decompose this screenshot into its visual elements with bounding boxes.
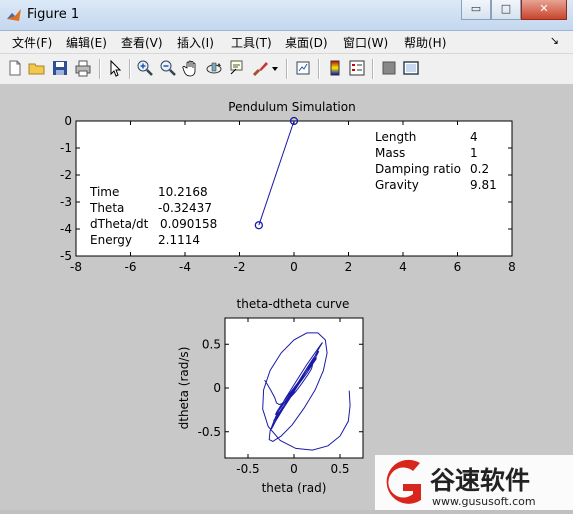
- link-plot-icon[interactable]: [294, 59, 312, 77]
- menu-insert[interactable]: 插入(I): [177, 34, 214, 51]
- y-tick-label: -3: [60, 195, 72, 209]
- zoom-in-icon[interactable]: [136, 59, 154, 77]
- window-title: Figure 1: [27, 7, 80, 22]
- x-tick-label: -4: [179, 260, 191, 274]
- pendulum-title: Pendulum Simulation: [228, 100, 355, 114]
- close-button[interactable]: ✕: [521, 0, 567, 20]
- x-tick-label: 0: [290, 462, 298, 476]
- colorbar-icon[interactable]: [326, 59, 344, 77]
- toolbar-separator: [318, 59, 320, 79]
- watermark-cn: 谷速软件: [430, 466, 530, 495]
- phase-title: theta-dtheta curve: [237, 297, 350, 311]
- x-tick-label: -2: [234, 260, 246, 274]
- x-tick-label: 6: [454, 260, 462, 274]
- param-label: Mass: [375, 146, 405, 160]
- x-tick-label: 2: [345, 260, 353, 274]
- menu-overflow-icon[interactable]: ↘: [550, 34, 559, 47]
- phase-xlabel: theta (rad): [262, 481, 327, 495]
- x-tick-label: -6: [125, 260, 137, 274]
- figure-plots: Pendulum Simulation -8 -6 -4 -2 0 2 4 6 80-1-2-3…: [60, 100, 516, 495]
- param-label: Damping ratio: [375, 162, 461, 176]
- data-cursor-icon[interactable]: [228, 59, 246, 77]
- menu-window[interactable]: 窗口(W): [343, 34, 388, 51]
- open-file-icon[interactable]: [28, 59, 46, 77]
- figure-canvas: Pendulum Simulation -8 -6 -4 -2 0 2 4 6 8 0 -1 -2 -3…: [0, 85, 573, 510]
- pendulum-plot-bg: [75, 120, 513, 257]
- info-value: 10.2168: [158, 185, 208, 199]
- toolbar-separator: [99, 59, 101, 79]
- new-figure-icon[interactable]: [6, 59, 24, 77]
- phase-ylabel: dtheta (rad/s): [177, 347, 191, 430]
- x-tick-label: -0.5: [236, 462, 259, 476]
- param-label: Gravity: [375, 178, 419, 192]
- menu-edit[interactable]: 编辑(E): [66, 34, 107, 51]
- x-tick-label: 4: [399, 260, 407, 274]
- toolbar-separator: [129, 59, 131, 79]
- x-tick-label: 8: [508, 260, 516, 274]
- phase-axes[interactable]: theta-dtheta curve -0.5 0 0.5 0.5 0 -0.5 thet…: [177, 297, 364, 495]
- pointer-icon[interactable]: [106, 59, 124, 77]
- menu-bar: 文件(F) 编辑(E) 查看(V) 插入(I) 工具(T) 桌面(D) 窗口(W…: [0, 31, 573, 54]
- y-tick-label: -2: [60, 168, 72, 182]
- zoom-out-icon[interactable]: [159, 59, 177, 77]
- pan-icon[interactable]: [182, 59, 200, 77]
- info-label: Energy: [90, 233, 132, 247]
- print-icon[interactable]: [74, 59, 92, 77]
- info-label: Theta: [89, 201, 124, 215]
- y-tick-label: -1: [60, 141, 72, 155]
- menu-desktop[interactable]: 桌面(D): [285, 34, 328, 51]
- toolbar: [0, 54, 573, 85]
- legend-icon[interactable]: [348, 59, 366, 77]
- info-label: Time: [89, 185, 119, 199]
- info-value: -0.32437: [158, 201, 212, 215]
- y-tick-label: -0.5: [198, 425, 221, 439]
- brush-icon[interactable]: [251, 59, 269, 77]
- x-tick-label: 0: [290, 260, 298, 274]
- matlab-icon: [7, 9, 21, 21]
- param-label: Length: [375, 130, 416, 144]
- menu-file[interactable]: 文件(F): [12, 34, 52, 51]
- minimize-button[interactable]: ▭: [461, 0, 491, 20]
- menu-view[interactable]: 查看(V): [121, 34, 163, 51]
- info-value: 2.1114: [158, 233, 200, 247]
- param-value: 0.2: [470, 162, 489, 176]
- maximize-button[interactable]: □: [491, 0, 521, 20]
- watermark-url: www.gususoft.com: [432, 495, 536, 508]
- rotate-3d-icon[interactable]: [205, 59, 223, 77]
- title-bar: Figure 1 ▭ □ ✕: [0, 0, 573, 31]
- brush-dropdown-icon[interactable]: [270, 59, 280, 77]
- param-value: 4: [470, 130, 478, 144]
- show-plot-tools-icon[interactable]: [402, 59, 420, 77]
- y-tick-label: 0.5: [202, 337, 221, 351]
- info-label: dTheta/dt: [90, 217, 149, 231]
- pendulum-axes[interactable]: Pendulum Simulation -8 -6 -4 -2 0 2 4 6 80-1-2-3…: [60, 100, 516, 274]
- toolbar-separator: [286, 59, 288, 79]
- y-tick-label: -5: [60, 249, 72, 263]
- param-value: 9.81: [470, 178, 497, 192]
- menu-help[interactable]: 帮助(H): [404, 34, 446, 51]
- y-tick-label: -4: [60, 222, 72, 236]
- param-value: 1: [470, 146, 478, 160]
- y-tick-label: 0: [213, 381, 221, 395]
- y-tick-label: 0: [64, 114, 72, 128]
- toolbar-separator: [372, 59, 374, 79]
- menu-tools[interactable]: 工具(T): [231, 34, 272, 51]
- x-tick-label: 0.5: [330, 462, 349, 476]
- hide-plot-tools-icon[interactable]: [380, 59, 398, 77]
- save-icon[interactable]: [51, 59, 69, 77]
- gusu-watermark-logo: 谷速软件 www.gususoft.com: [375, 455, 573, 510]
- info-value: 0.090158: [160, 217, 217, 231]
